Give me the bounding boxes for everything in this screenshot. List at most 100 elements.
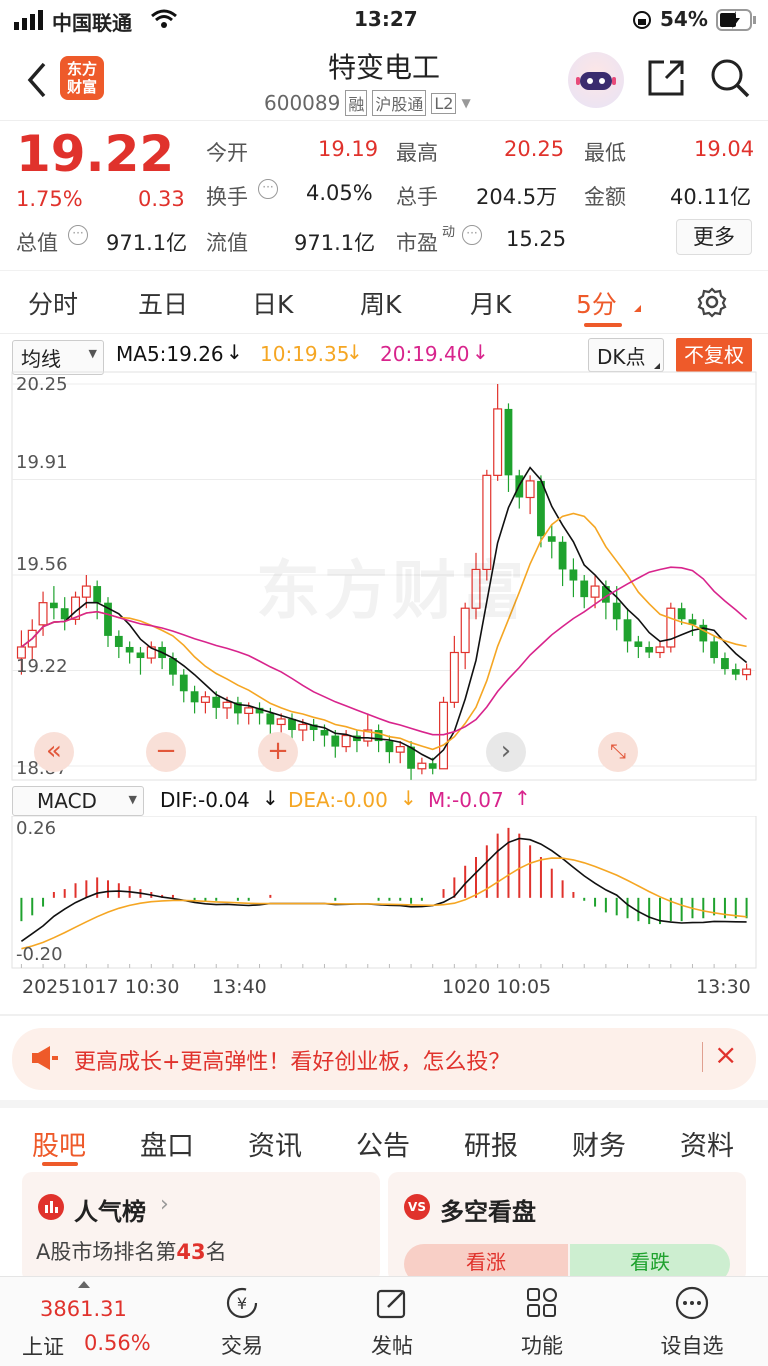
candle	[363, 713, 373, 747]
candle	[114, 630, 123, 659]
low-label: 最低	[584, 141, 626, 165]
info-icon[interactable]: ···	[258, 179, 278, 199]
scroll-left-icon[interactable]: «	[34, 732, 74, 772]
grid-icon	[527, 1288, 557, 1317]
tab-weekly-k[interactable]: 周K	[360, 285, 401, 321]
tab-intraday[interactable]: 分时	[28, 285, 78, 321]
candle	[255, 702, 264, 725]
volume-value: 204.5万	[476, 185, 558, 209]
index-percent: 0.56%	[84, 1331, 151, 1355]
banner-text: 更高成长+更高弹性！看好创业板，怎么投？	[74, 1050, 511, 1075]
subtab-active-indicator	[42, 1162, 78, 1166]
candle	[233, 696, 242, 725]
scroll-right-icon[interactable]: ›	[486, 732, 526, 772]
pe-label: 市盈	[396, 231, 438, 255]
expand-up-icon[interactable]	[78, 1281, 90, 1288]
assistant-robot-icon[interactable]	[568, 52, 624, 108]
index-value[interactable]: 3861.31	[40, 1297, 127, 1321]
tab-research[interactable]: 研报	[464, 1124, 518, 1163]
macd-chart[interactable]	[0, 816, 768, 970]
chevron-down-icon: ▼	[128, 793, 137, 806]
tab-5min[interactable]: 5分	[576, 285, 617, 321]
search-icon[interactable]	[708, 56, 752, 104]
zoom-in-icon[interactable]: +	[258, 732, 298, 772]
battery-percent: 54%	[660, 7, 708, 31]
tab-monthly-k[interactable]: 月K	[470, 285, 511, 321]
quote-panel: 19.22 1.75% 0.33 今开 19.19 最高 20.25 最低 19…	[0, 120, 768, 270]
indicator-select[interactable]: MACD ▼	[12, 786, 144, 816]
x-label: 20251017 10:30	[22, 976, 180, 998]
dk-point-button[interactable]: DK点	[588, 338, 664, 372]
battery-icon	[716, 8, 758, 37]
open-label: 今开	[206, 141, 248, 165]
settings-gear-icon[interactable]	[696, 286, 728, 322]
bottom-toolbar: 3861.31 上证 0.56% ¥ 交易 发帖 功能 设自选	[0, 1276, 768, 1366]
candle	[655, 641, 665, 659]
candle	[49, 586, 58, 620]
macd-tick: 0.26	[16, 818, 57, 839]
candle	[721, 652, 729, 675]
dropdown-icon: ▼	[461, 96, 471, 110]
content-tabs: 股吧 盘口 资讯 公告 研报 财务 资料	[0, 1100, 768, 1166]
tab-order-book[interactable]: 盘口	[140, 1124, 194, 1163]
more-button[interactable]: 更多	[676, 219, 752, 255]
candle	[439, 696, 449, 770]
high-value: 20.25	[504, 137, 565, 161]
popularity-rank-text: A股市场排名第43名	[36, 1236, 227, 1266]
m-legend: M:-0.07	[428, 788, 504, 812]
zoom-out-icon[interactable]: −	[146, 732, 186, 772]
add-watchlist-button[interactable]: 设自选	[656, 1285, 728, 1360]
x-label: 13:40	[212, 976, 267, 998]
candle	[449, 635, 459, 708]
vs-icon: VS	[404, 1194, 430, 1220]
y-tick: 19.56	[16, 554, 68, 575]
tab-guba[interactable]: 股吧	[32, 1124, 86, 1163]
stock-code-row[interactable]: 600089 融 沪股通 L2 ▼	[264, 90, 471, 116]
tab-daily-k[interactable]: 日K	[252, 285, 293, 321]
candle	[190, 685, 199, 714]
corner-icon	[654, 363, 660, 369]
tab-announcements[interactable]: 公告	[356, 1124, 410, 1163]
tab-financials[interactable]: 财务	[572, 1124, 626, 1163]
tab-five-day[interactable]: 五日	[138, 285, 188, 321]
function-button[interactable]: 功能	[514, 1285, 570, 1360]
candle	[104, 597, 112, 647]
ma20-legend: 20:19.40	[380, 342, 470, 366]
status-bar: 中国联通 13:27 54%	[0, 0, 768, 40]
no-adjust-button[interactable]: 不复权	[676, 338, 752, 372]
change-amount: 0.33	[138, 187, 185, 211]
close-icon[interactable]: ×	[714, 1038, 737, 1071]
tab-profile[interactable]: 资料	[680, 1124, 734, 1163]
watermark: 东方财富	[256, 555, 528, 629]
pe-superscript: 动	[442, 225, 456, 240]
m-arrow-icon: ↑	[514, 786, 531, 810]
share-icon[interactable]	[644, 56, 688, 104]
carrier-label: 中国联通	[52, 11, 132, 35]
bull-bear-title: 多空看盘	[440, 1198, 536, 1226]
popularity-title: 人气榜	[74, 1198, 146, 1226]
candle	[731, 663, 740, 681]
popularity-card[interactable]: 人气榜 › A股市场排名第43名	[22, 1172, 380, 1282]
pe-value: 15.25	[506, 227, 567, 251]
ranking-icon	[38, 1194, 64, 1220]
dif-arrow-icon: ↓	[262, 786, 279, 810]
megaphone-icon	[30, 1044, 60, 1076]
more-dots-icon	[675, 1286, 709, 1320]
open-value: 19.19	[318, 137, 379, 161]
candle	[645, 641, 654, 659]
promo-banner[interactable]: 更高成长+更高弹性！看好创业板，怎么投？ ×	[12, 1028, 756, 1090]
signal-icon	[14, 10, 44, 30]
candle	[353, 730, 361, 753]
period-tabs: 分时 五日 日K 周K 月K 5分	[0, 270, 768, 334]
fullscreen-icon[interactable]: ⤡	[598, 732, 638, 772]
info-icon[interactable]: ···	[68, 225, 88, 245]
ma-select-label: 均线	[21, 347, 61, 371]
tab-news[interactable]: 资讯	[248, 1124, 302, 1163]
info-icon[interactable]: ···	[462, 225, 482, 245]
tab-active-indicator	[584, 323, 622, 327]
post-button[interactable]: 发帖	[364, 1285, 420, 1360]
candle	[634, 635, 643, 659]
bull-bear-card[interactable]: VS 多空看盘 看涨 看跌	[388, 1172, 746, 1284]
trade-button[interactable]: ¥ 交易	[214, 1285, 270, 1360]
candle	[71, 591, 81, 625]
